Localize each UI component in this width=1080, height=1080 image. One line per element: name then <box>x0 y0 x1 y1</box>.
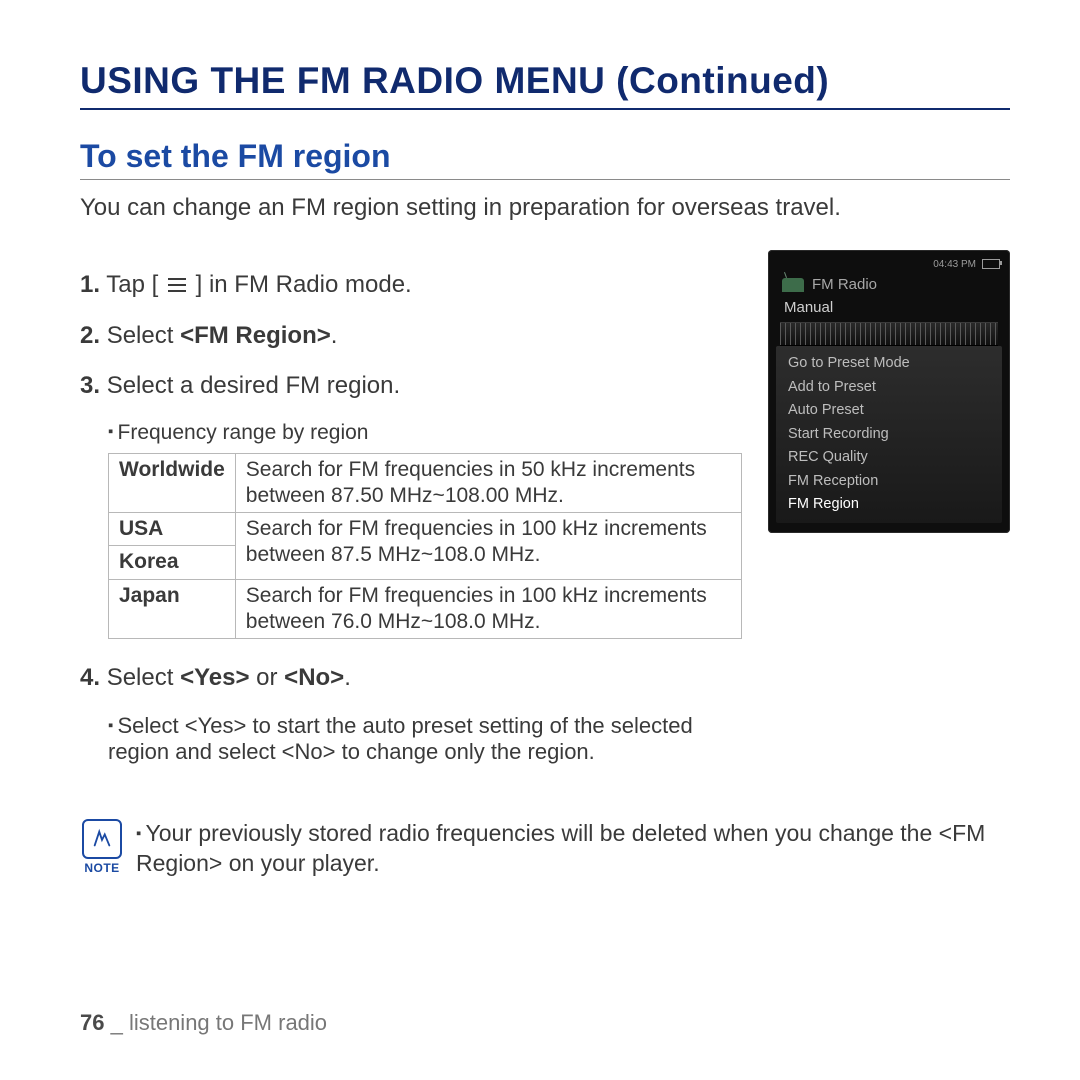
step-text: Tap [ <box>106 271 158 298</box>
step-text: Select <box>107 322 180 349</box>
device-menu-item: Add to Preset <box>776 376 1002 400</box>
step-4-sub: Select <Yes> to start the auto preset se… <box>108 713 742 765</box>
region-cell: Worldwide <box>109 453 236 513</box>
device-menu-item: Start Recording <box>776 423 1002 447</box>
page-footer: 76 _ listening to FM radio <box>80 1010 327 1036</box>
step-bold: <FM Region> <box>180 322 331 349</box>
device-menu-item: FM Reception <box>776 470 1002 494</box>
frequency-table: Worldwide Search for FM frequencies in 5… <box>108 453 742 640</box>
step-text: . <box>331 322 338 349</box>
device-menu-item: REC Quality <box>776 446 1002 470</box>
note-icon <box>82 819 122 859</box>
device-menu: Go to Preset Mode Add to Preset Auto Pre… <box>776 346 1002 523</box>
step-number: 2. <box>80 322 100 349</box>
step-bold: <Yes> <box>180 664 249 691</box>
region-cell: Korea <box>109 546 236 579</box>
step-bold: <No> <box>284 664 344 691</box>
step-text: or <box>249 664 284 691</box>
step-number: 4. <box>80 664 100 691</box>
step-text: Select a desired FM region. <box>107 372 400 399</box>
region-cell: USA <box>109 513 236 546</box>
footer-section: listening to FM radio <box>129 1010 327 1035</box>
section-heading: To set the FM region <box>80 138 1010 180</box>
device-screenshot: 04:43 PM FM Radio Manual Go to Preset Mo… <box>768 250 1010 533</box>
steps-column: 1. Tap [ ] in FM Radio mode. 2. Select <… <box>80 250 742 773</box>
menu-icon <box>167 271 187 301</box>
table-row: Worldwide Search for FM frequencies in 5… <box>109 453 742 513</box>
note-icon-wrap: NOTE <box>80 819 124 875</box>
step-text: Select <box>107 664 180 691</box>
note-label: NOTE <box>84 861 119 875</box>
desc-cell: Search for FM frequencies in 100 kHz inc… <box>235 579 741 639</box>
intro-text: You can change an FM region setting in p… <box>80 194 1010 222</box>
step-3: 3. Select a desired FM region. <box>80 371 742 401</box>
desc-cell: Search for FM frequencies in 50 kHz incr… <box>235 453 741 513</box>
device-time: 04:43 PM <box>933 259 976 270</box>
step-number: 3. <box>80 372 100 399</box>
device-menu-item: Go to Preset Mode <box>776 352 1002 376</box>
region-cell: Japan <box>109 579 236 639</box>
device-tuning-dial <box>780 322 998 346</box>
device-menu-item-selected: FM Region <box>776 493 1002 517</box>
radio-icon <box>782 278 804 292</box>
table-row: USA Search for FM frequencies in 100 kHz… <box>109 513 742 546</box>
note-text: Your previously stored radio frequencies… <box>136 819 1010 879</box>
page-heading: USING THE FM RADIO MENU (Continued) <box>80 60 1010 110</box>
desc-cell: Search for FM frequencies in 100 kHz inc… <box>235 513 741 580</box>
step-3-sub: Frequency range by region <box>108 421 742 445</box>
table-row: Japan Search for FM frequencies in 100 k… <box>109 579 742 639</box>
device-menu-item: Auto Preset <box>776 399 1002 423</box>
step-4: 4. Select <Yes> or <No>. <box>80 663 742 693</box>
step-2: 2. Select <FM Region>. <box>80 321 742 351</box>
step-1: 1. Tap [ ] in FM Radio mode. <box>80 270 742 301</box>
step-text: ] in FM Radio mode. <box>196 271 412 298</box>
device-mode: Manual <box>774 299 1004 322</box>
battery-icon <box>982 259 1000 269</box>
device-statusbar: 04:43 PM <box>774 256 1004 272</box>
page-number: 76 <box>80 1010 104 1035</box>
note-block: NOTE Your previously stored radio freque… <box>80 819 1010 879</box>
manual-page: USING THE FM RADIO MENU (Continued) To s… <box>0 0 1080 1080</box>
footer-sep: _ <box>104 1010 128 1035</box>
device-title-text: FM Radio <box>812 276 877 293</box>
step-text: . <box>344 664 351 691</box>
step-number: 1. <box>80 271 100 298</box>
device-app-title: FM Radio <box>774 272 1004 299</box>
